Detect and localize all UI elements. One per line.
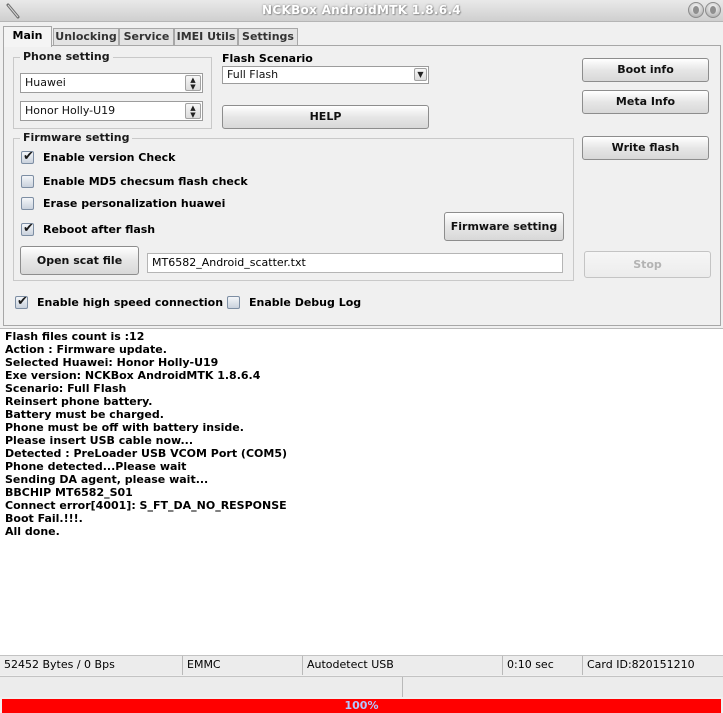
phone-model-select[interactable]: Honor Holly-U19 ▲ ▼ [20,101,203,121]
firmware-setting-label: Firmware setting [20,131,133,144]
log-line: Battery must be charged. [5,408,164,421]
checkmark-icon: ✔ [17,294,28,309]
option-label: Reboot after flash [43,223,156,236]
phone-model-value: Honor Holly-U19 [25,104,116,117]
spin-arrows-icon[interactable]: ▲ ▼ [185,75,201,91]
checkbox[interactable] [21,197,34,210]
log-line: Selected Huawei: Honor Holly-U19 [5,356,219,369]
log-line: Please insert USB cable now... [5,434,194,447]
log-output[interactable]: Flash files count is :12 Action : Firmwa… [0,328,723,655]
log-line: Flash files count is :12 [5,330,145,343]
log-line: Exe version: NCKBox AndroidMTK 1.8.6.4 [5,369,261,382]
checkmark-icon: ✔ [23,221,34,236]
minimize-button[interactable] [688,2,704,18]
tab-settings[interactable]: Settings [238,28,298,46]
flash-scenario-select[interactable]: Full Flash ▼ [222,66,429,84]
stop-button[interactable]: Stop [584,251,711,278]
checkbox[interactable]: ✔ [15,294,28,309]
flash-scenario-label: Flash Scenario [222,52,313,65]
flash-scenario-value: Full Flash [227,68,279,81]
status-bar: 52452 Bytes / 0 Bps EMMC Autodetect USB … [0,655,723,675]
open-scat-file-button[interactable]: Open scat file [20,246,139,275]
phone-brand-value: Huawei [25,76,66,89]
tab-service[interactable]: Service [119,28,174,46]
status-time: 0:10 sec [503,656,583,675]
boot-info-button[interactable]: Boot info [582,58,709,82]
tab-imei-utils[interactable]: IMEI Utils [174,28,238,46]
status-card-id: Card ID:820151210 [587,658,695,671]
option-label: Enable Debug Log [249,296,362,309]
scat-file-path-field[interactable]: MT6582_Android_scatter.txt [147,253,563,273]
status-cell-empty [0,677,403,697]
option-label: Enable high speed connection [37,296,224,309]
checkmark-icon: ✔ [23,149,34,164]
log-line: BBCHIP MT6582_S01 [5,486,133,499]
phone-brand-select[interactable]: Huawei ▲ ▼ [20,73,203,93]
option-label: Enable version Check [43,151,176,164]
log-line: Connect error[4001]: S_FT_DA_NO_RESPONSE [5,499,287,512]
spin-arrows-icon[interactable]: ▲ ▼ [185,103,201,119]
log-line: Boot Fail.!!!. [5,512,83,525]
status-storage: EMMC [183,656,303,675]
log-line: All done. [5,525,60,538]
close-button[interactable] [705,2,721,18]
option-label: Enable MD5 checsum flash check [43,175,248,188]
help-button[interactable]: HELP [222,105,429,129]
checkbox[interactable] [227,296,240,309]
meta-info-button[interactable]: Meta Info [582,90,709,114]
log-line: Scenario: Full Flash [5,382,127,395]
log-line: Reinsert phone battery. [5,395,153,408]
log-line: Phone detected...Please wait [5,460,187,473]
log-line: Detected : PreLoader USB VCOM Port (COM5… [5,447,287,460]
log-line: Phone must be off with battery inside. [5,421,244,434]
firmware-setting-button[interactable]: Firmware setting [444,212,564,241]
secondary-status-bar [0,676,723,697]
phone-setting-label: Phone setting [20,50,113,63]
log-line: Action : Firmware update. [5,343,167,356]
status-port: Autodetect USB [303,656,503,675]
window-title: NCKBox AndroidMTK 1.8.6.4 [262,3,461,17]
log-line: Sending DA agent, please wait... [5,473,209,486]
checkbox[interactable]: ✔ [21,221,34,236]
checkbox[interactable] [21,175,34,188]
tab-unlocking[interactable]: Unlocking [53,28,119,46]
status-bytes: 52452 Bytes / 0 Bps [0,656,183,675]
option-label: Erase personalization huawei [43,197,226,210]
progress-bar: 100% [2,699,721,713]
title-bar: NCKBox AndroidMTK 1.8.6.4 [0,0,723,22]
checkbox[interactable]: ✔ [21,149,34,164]
write-flash-button[interactable]: Write flash [582,136,709,160]
chevron-down-icon[interactable]: ▼ [414,68,427,81]
tab-main[interactable]: Main [3,26,52,47]
progress-label: 100% [344,699,379,712]
